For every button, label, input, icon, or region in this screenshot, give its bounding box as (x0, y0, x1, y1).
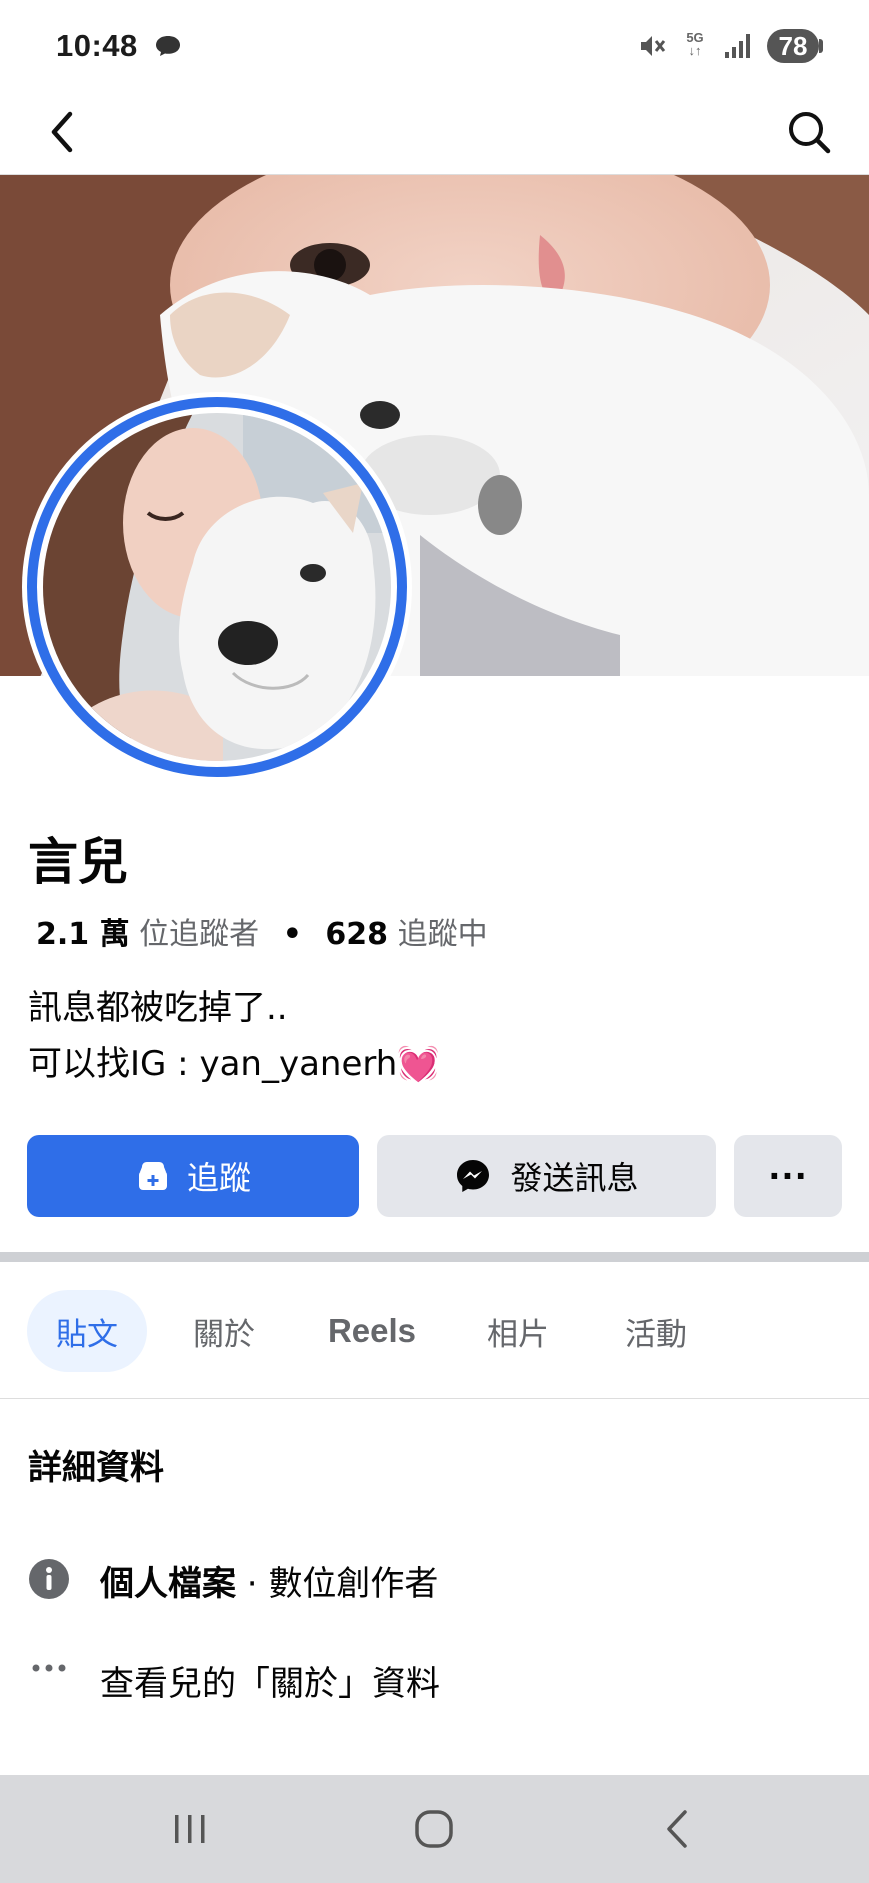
home-button[interactable] (394, 1797, 474, 1861)
back-button[interactable] (32, 100, 92, 164)
tab-reels[interactable]: Reels (312, 1290, 432, 1372)
follow-button[interactable]: 追蹤 (27, 1135, 359, 1217)
section-divider (0, 1252, 869, 1262)
search-button[interactable] (777, 100, 841, 164)
more-icon: ··· (768, 1157, 808, 1195)
tab-posts[interactable]: 貼文 (27, 1290, 147, 1372)
detail-profile-type-text: 個人檔案 · 數位創作者 (100, 1554, 438, 1614)
tab-photos[interactable]: 相片 (458, 1290, 578, 1372)
profile-type-separator: · (236, 1564, 269, 1604)
see-about-link[interactable]: 查看兒的「關於」資料 (100, 1654, 440, 1714)
home-icon (415, 1810, 453, 1848)
status-bar: 10:48 5G ↓↑ 78 (0, 0, 869, 92)
following-count[interactable]: 628 (325, 917, 388, 952)
tab-about[interactable]: 關於 (164, 1290, 284, 1372)
status-icons: 5G ↓↑ 78 (637, 24, 823, 68)
profile-tabs: 貼文 關於 Reels 相片 活動 (0, 1290, 869, 1372)
messenger-icon (457, 1160, 490, 1192)
more-dots-icon (32, 1664, 66, 1672)
more-options-button[interactable]: ··· (734, 1135, 842, 1217)
recents-button[interactable] (150, 1797, 230, 1861)
search-icon (789, 112, 831, 154)
profile-name: 言兒 (28, 833, 128, 891)
mute-icon (641, 36, 666, 56)
status-time: 10:48 (56, 28, 138, 63)
bio-line-1: 訊息都被吃掉了.. (28, 988, 288, 1028)
followers-count[interactable]: 2.1 萬 (36, 917, 130, 952)
avatar-story-ring (27, 397, 407, 777)
bio-text: 可以找IG : yan_yanerh (28, 1044, 398, 1084)
profile-stats: 2.1 萬 位追蹤者 • 628 追蹤中 (36, 912, 488, 958)
follow-icon (138, 1162, 167, 1190)
heart-emoji: 💓 (397, 1044, 440, 1084)
detail-see-about[interactable]: 查看兒的「關於」資料 (0, 1654, 869, 1714)
bio-line-2: 可以找IG : yan_yanerh💓 (28, 1040, 440, 1088)
5g-icon: 5G ↓↑ (686, 30, 704, 58)
send-message-button[interactable]: 發送訊息 (377, 1135, 716, 1217)
signal-icon (725, 34, 750, 58)
detail-profile-type: 個人檔案 · 數位創作者 (0, 1554, 869, 1614)
follow-label: 追蹤 (186, 1159, 251, 1197)
stats-separator: • (282, 917, 302, 952)
top-nav-bar (0, 92, 869, 174)
followers-label[interactable]: 位追蹤者 (139, 917, 259, 952)
details-heading: 詳細資料 (28, 1448, 164, 1488)
profile-avatar[interactable] (22, 392, 412, 782)
tabs-divider (0, 1398, 869, 1399)
battery-icon: 78 (767, 29, 823, 63)
send-message-label: 發送訊息 (510, 1159, 639, 1197)
system-back-icon (667, 1810, 687, 1848)
system-back-button[interactable] (638, 1797, 718, 1861)
profile-type-label: 個人檔案 (100, 1564, 236, 1604)
chevron-left-icon (51, 111, 73, 153)
android-nav-bar (0, 1775, 869, 1883)
network-label: 5G (686, 30, 704, 45)
following-label[interactable]: 追蹤中 (398, 917, 488, 952)
tab-events[interactable]: 活動 (596, 1290, 716, 1372)
profile-type-value: 數位創作者 (268, 1564, 439, 1604)
recents-icon (175, 1815, 205, 1843)
chat-bubble-icon (156, 36, 180, 56)
info-icon (29, 1559, 69, 1599)
avatar-image (43, 413, 391, 761)
